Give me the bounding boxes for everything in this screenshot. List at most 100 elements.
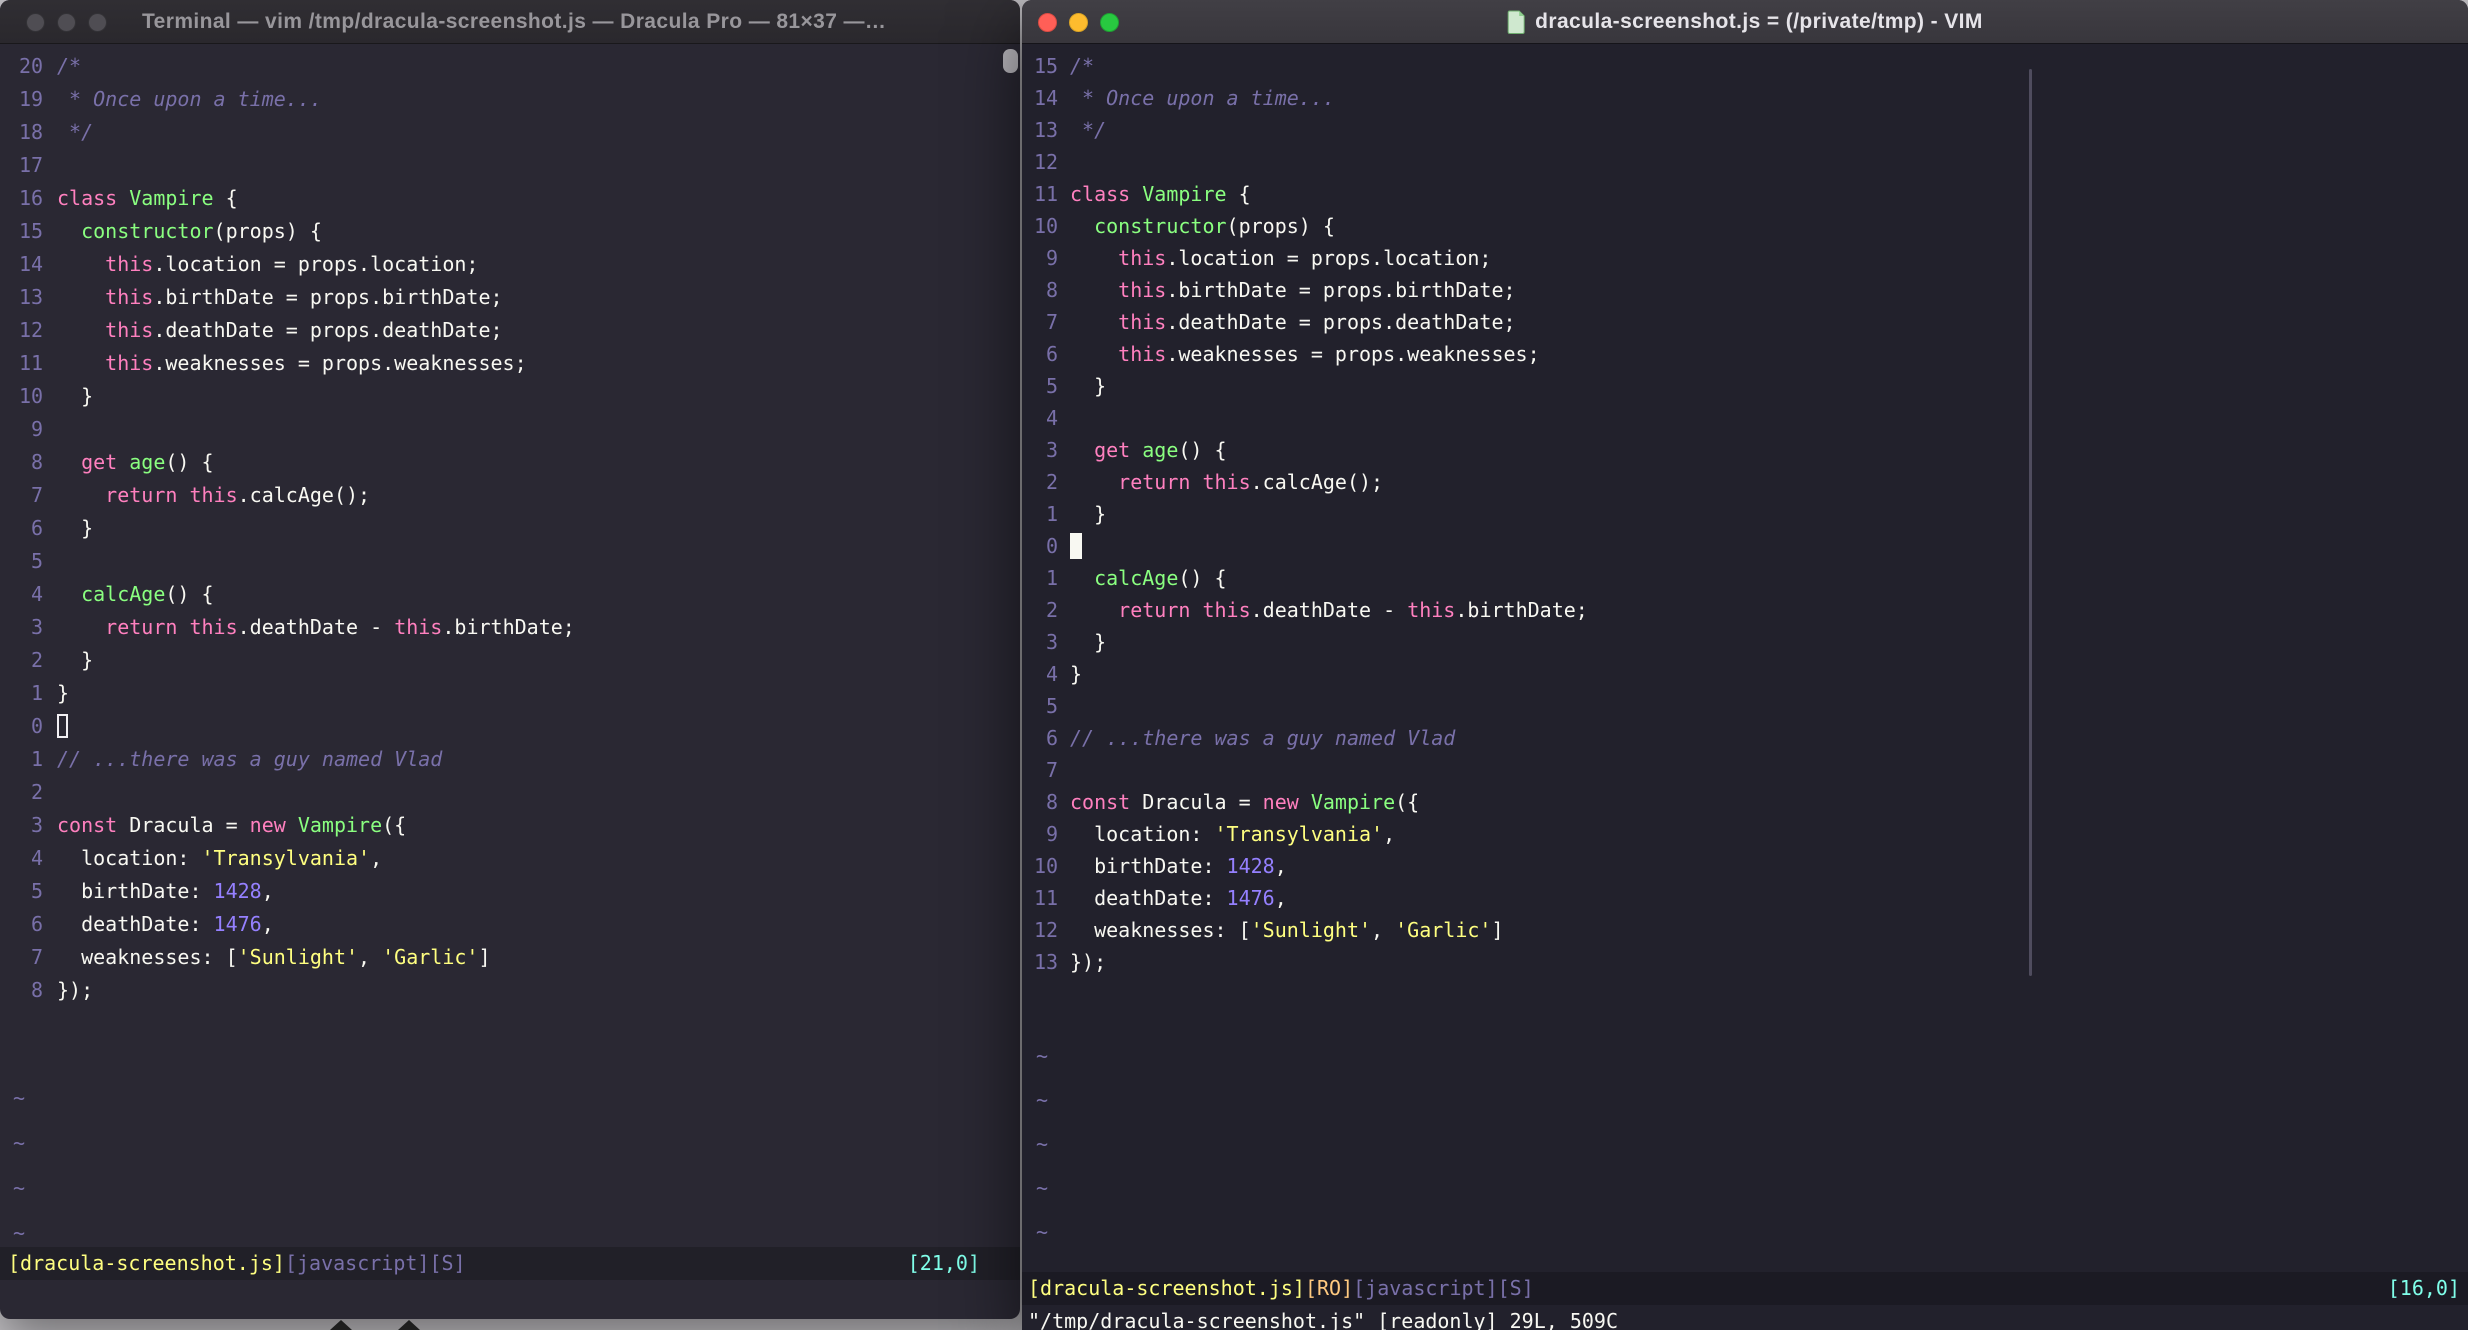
- line-number: 13: [19, 285, 44, 309]
- macvim-window-title: dracula-screenshot.js = (/private/tmp) -…: [1507, 0, 1983, 44]
- scrollbar[interactable]: [2029, 69, 2032, 976]
- close-button[interactable]: [26, 13, 45, 32]
- line-number: 4: [1045, 406, 1058, 430]
- code-line: 3 get age() {: [1022, 434, 2468, 466]
- status-flags: [dracula-screenshot.js][RO][javascript][…: [1028, 1272, 1534, 1305]
- code-text: }: [57, 384, 94, 408]
- code-text: const Dracula = new Vampire({: [57, 813, 407, 837]
- code-line: 9 location: 'Transylvania',: [1022, 818, 2468, 850]
- line-number: 1: [1045, 566, 1058, 590]
- code-line: 7 return this.calcAge();: [0, 479, 1020, 512]
- line-number: 11: [1034, 886, 1059, 910]
- line-number: 8: [1045, 790, 1058, 814]
- code-text: this.location = props.location;: [105, 252, 479, 276]
- line-number: 3: [30, 615, 43, 639]
- minimize-button[interactable]: [1069, 13, 1088, 32]
- status-segment: [S]: [1497, 1276, 1534, 1300]
- terminal-vim-buffer[interactable]: 20/* 19 * Once upon a time... 18 */17 16 cla…: [0, 44, 1020, 1319]
- code-text: }: [1070, 662, 1083, 686]
- code-line: 2: [0, 776, 1020, 809]
- code-line: 20 /*: [0, 50, 1020, 83]
- line-number: 3: [1045, 438, 1058, 462]
- zoom-button[interactable]: [1100, 13, 1119, 32]
- terminal-titlebar[interactable]: Terminal — vim /tmp/dracula-screenshot.j…: [0, 0, 1020, 44]
- code-line: 6 }: [0, 512, 1020, 545]
- line-number: 16: [19, 186, 44, 210]
- line-number: 10: [19, 384, 44, 408]
- code-line: 19 * Once upon a time...: [0, 83, 1020, 116]
- code-text: return this.calcAge();: [105, 483, 371, 507]
- line-number: 13: [1034, 950, 1059, 974]
- code-text: this.weaknesses = props.weaknesses;: [105, 351, 527, 375]
- cursor-position: [16,0]: [2387, 1276, 2460, 1300]
- code-text: * Once upon a time...: [1070, 86, 1335, 110]
- macvim-titlebar[interactable]: dracula-screenshot.js = (/private/tmp) -…: [1022, 0, 2468, 44]
- code-line: 2 }: [0, 644, 1020, 677]
- code-text: // ...there was a guy named Vlad: [57, 747, 443, 771]
- code-line: 10 birthDate: 1428,: [1022, 850, 2468, 882]
- code-text: calcAge() {: [1094, 566, 1227, 590]
- code-text: }: [57, 648, 94, 672]
- traffic-lights: [1038, 13, 1119, 32]
- background-window-fragment: [330, 1320, 352, 1330]
- tilde-line: ~: [1036, 1176, 1049, 1200]
- line-number: 9: [1045, 822, 1058, 846]
- minimize-button[interactable]: [57, 13, 76, 32]
- code-line: 3 const Dracula = new Vampire({: [0, 809, 1020, 842]
- macvim-window: dracula-screenshot.js = (/private/tmp) -…: [1022, 0, 2468, 1330]
- line-number: 18: [19, 120, 44, 144]
- line-number: 10: [1034, 854, 1059, 878]
- macvim-buffer[interactable]: 15/* 14 * Once upon a time... 13 */12 11 cla…: [1022, 44, 2468, 1330]
- line-number: 8: [1045, 278, 1058, 302]
- line-number: 1: [30, 681, 43, 705]
- macvim-title-text: dracula-screenshot.js = (/private/tmp) -…: [1535, 10, 1983, 33]
- line-number: 0: [1045, 534, 1058, 558]
- line-number: 7: [30, 945, 43, 969]
- code-line: 5 }: [1022, 370, 2468, 402]
- code-text: this.deathDate = props.deathDate;: [1118, 310, 1516, 334]
- code-text: class Vampire {: [57, 186, 238, 210]
- line-number: 0: [30, 714, 43, 738]
- tilde-line: ~: [13, 1086, 26, 1110]
- vim-cmdline: "/tmp/dracula-screenshot.js" [readonly] …: [1028, 1309, 1619, 1330]
- zoom-button[interactable]: [88, 13, 107, 32]
- code-line: 1 calcAge() {: [1022, 562, 2468, 594]
- line-number: 8: [30, 450, 43, 474]
- line-number: 2: [1045, 470, 1058, 494]
- line-number: 1: [30, 747, 43, 771]
- status-segment: [javascript]: [1353, 1276, 1498, 1300]
- line-number: 10: [1034, 214, 1059, 238]
- code-line: 5: [0, 545, 1020, 578]
- line-number: 3: [1045, 630, 1058, 654]
- line-number: 13: [1034, 118, 1059, 142]
- line-number: 5: [30, 549, 43, 573]
- code-line: 0: [1022, 530, 2468, 562]
- line-number: 2: [30, 648, 43, 672]
- line-number: 6: [30, 912, 43, 936]
- code-line: 3 }: [1022, 626, 2468, 658]
- line-number: 5: [30, 879, 43, 903]
- line-number: 15: [19, 219, 44, 243]
- code-text: this.weaknesses = props.weaknesses;: [1118, 342, 1540, 366]
- code-line: 9 this.location = props.location;: [1022, 242, 2468, 274]
- tilde-line: ~: [1036, 1044, 1049, 1068]
- code-line: 6 deathDate: 1476,: [0, 908, 1020, 941]
- scrollbar-thumb[interactable]: [1003, 49, 1018, 73]
- close-button[interactable]: [1038, 13, 1057, 32]
- code-line: 4 calcAge() {: [0, 578, 1020, 611]
- code-line: 12: [1022, 146, 2468, 178]
- code-text: calcAge() {: [81, 582, 214, 606]
- code-text: location: 'Transylvania',: [1070, 822, 1396, 846]
- tilde-line: ~: [13, 1176, 26, 1200]
- line-number: 20: [19, 54, 44, 78]
- code-line: 18 */: [0, 116, 1020, 149]
- line-number: 19: [19, 87, 44, 111]
- code-text: return this.deathDate - this.birthDate;: [1118, 598, 1588, 622]
- tilde-line: ~: [1036, 1132, 1049, 1156]
- code-text: birthDate: 1428,: [57, 879, 274, 903]
- code-text: */: [1070, 118, 1107, 142]
- code-line: 10 }: [0, 380, 1020, 413]
- code-text: }: [1070, 630, 1107, 654]
- code-line: 2 return this.calcAge();: [1022, 466, 2468, 498]
- code-line: 7 this.deathDate = props.deathDate;: [1022, 306, 2468, 338]
